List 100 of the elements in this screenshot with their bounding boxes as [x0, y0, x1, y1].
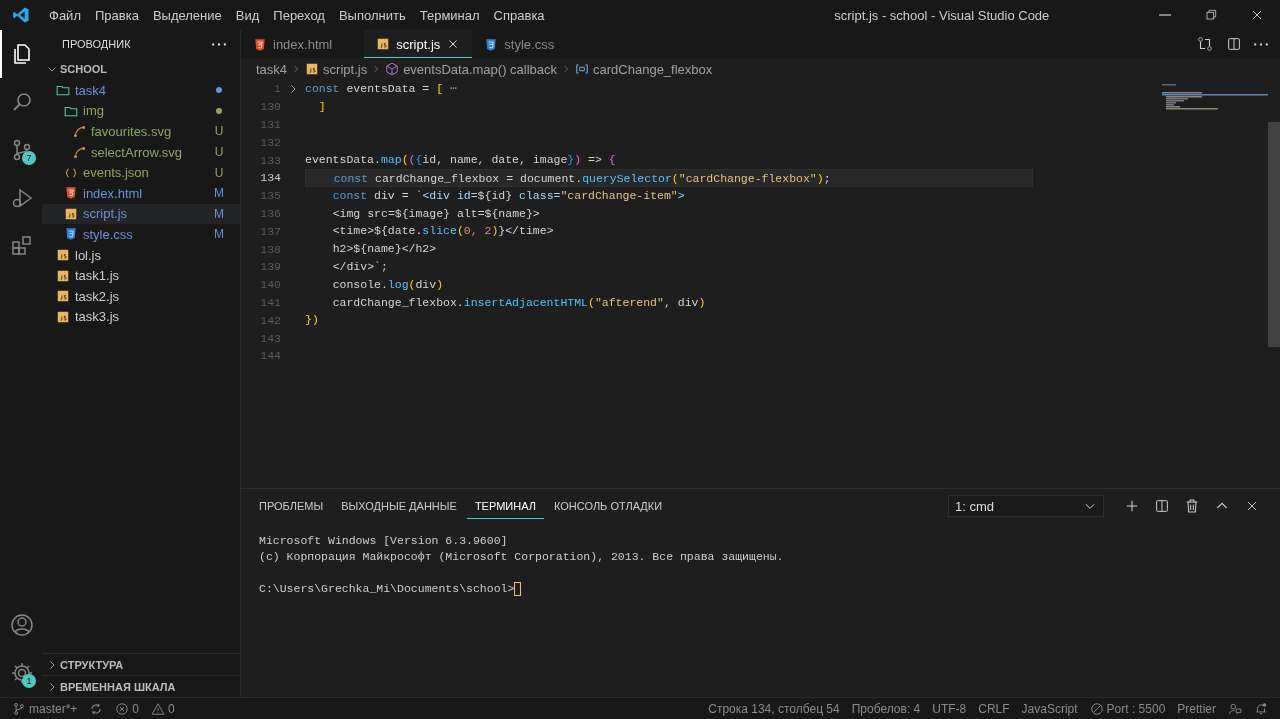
js-icon: [305, 62, 320, 76]
tree-item[interactable]: img: [42, 100, 240, 122]
tree-item[interactable]: index.html M: [42, 182, 240, 204]
panel-tab[interactable]: ТЕРМИНАЛ: [466, 493, 544, 519]
branch-icon: [12, 701, 26, 716]
tree-item[interactable]: events.json U: [42, 162, 240, 183]
terminal-dropdown[interactable]: 1: cmd: [948, 495, 1104, 517]
js-icon: [56, 268, 70, 283]
menu-item[interactable]: Файл: [42, 7, 88, 23]
tree-item[interactable]: task3.js: [42, 306, 240, 328]
play-bug-icon: [10, 186, 34, 210]
menu-item[interactable]: Терминал: [412, 7, 487, 23]
section-header[interactable]: СТРУКТУРА: [42, 653, 240, 675]
variable-icon: [575, 62, 590, 76]
folder-header[interactable]: SCHOOL: [42, 58, 240, 80]
curve-icon: [72, 145, 86, 160]
restore-icon: [1203, 7, 1219, 23]
breadcrumb-item[interactable]: cardChange_flexbox: [575, 61, 713, 77]
logo-icon: [12, 6, 30, 24]
tree-item[interactable]: script.js M: [42, 203, 240, 225]
tree-item[interactable]: lol.js: [42, 244, 240, 266]
menu-item[interactable]: Правка: [87, 7, 146, 23]
compare-button[interactable]: [1196, 35, 1214, 53]
status-item[interactable]: JavaScript: [1015, 701, 1084, 716]
js-icon: [64, 206, 78, 221]
js-icon: [56, 289, 70, 304]
breadcrumb-item[interactable]: script.js: [305, 61, 368, 77]
menu-item[interactable]: Вид: [228, 7, 267, 23]
line-number: 136: [259, 206, 281, 220]
panel-title: ПРОВОДНИК: [62, 38, 131, 50]
split-button[interactable]: [1226, 36, 1242, 52]
status-letter: U: [214, 124, 224, 139]
editor-tab[interactable]: script.js: [364, 30, 473, 58]
status-letter: U: [214, 165, 224, 180]
code-line: eventsData.map(({id, name, date, image}) => {: [305, 152, 617, 169]
js-icon: [56, 248, 70, 263]
tree-item[interactable]: favourites.svg U: [42, 121, 240, 142]
tree-item[interactable]: task2.js: [42, 285, 240, 307]
status-item[interactable]: 0: [145, 701, 181, 716]
line-number: 130: [259, 100, 281, 114]
feedback-icon: [1228, 701, 1242, 716]
split-button[interactable]: [1154, 498, 1170, 514]
panel-tab[interactable]: КОНСОЛЬ ОТЛАДКИ: [545, 493, 671, 519]
terminal-prompt: C:\Users\Grechka_Mi\Documents\school>: [259, 581, 515, 597]
html-icon: [64, 186, 78, 201]
status-item[interactable]: Пробелов: 4: [845, 701, 927, 716]
delete-button[interactable]: [1184, 498, 1200, 514]
count-badge: 7: [22, 151, 36, 165]
breadcrumb-item[interactable]: task4: [256, 61, 288, 77]
line-number: 139: [259, 260, 281, 274]
terminal-line: (c) Корпорация Майкрософт (Microsoft Corporation), 2013. Все права защищены.: [259, 549, 785, 565]
panel-tab[interactable]: ВЫХОДНЫЕ ДАННЫЕ: [333, 493, 465, 519]
window-title: script.js - school - Visual Studio Code: [833, 7, 1051, 23]
status-item[interactable]: UTF-8: [926, 701, 973, 716]
terminal-line: Microsoft Windows [Version 6.3.9600]: [259, 533, 509, 549]
tree-item[interactable]: task4: [42, 80, 240, 101]
code-line: }): [305, 312, 320, 329]
line-number: 138: [259, 242, 281, 256]
split-icon: [1154, 498, 1170, 514]
new-terminal-button[interactable]: [1124, 498, 1140, 514]
blocked-icon: [1089, 701, 1104, 716]
extensions-icon: [10, 234, 34, 258]
cube-icon: [385, 62, 400, 76]
code-line: console.log(div): [331, 276, 445, 293]
status-item[interactable]: master*+: [6, 701, 84, 716]
css-icon: [484, 37, 499, 52]
status-item[interactable]: Prettier: [1171, 701, 1222, 716]
split-icon: [1226, 36, 1242, 52]
status-letter: M: [214, 227, 224, 242]
menu-item[interactable]: Выделение: [145, 7, 229, 23]
status-item[interactable]: Port : 5500: [1083, 701, 1172, 716]
more-icon: [1254, 42, 1268, 46]
scrollbar-thumb[interactable]: [1268, 122, 1280, 347]
status-item[interactable]: 0: [109, 701, 146, 716]
line-number: 141: [259, 295, 281, 309]
breadcrumb-item[interactable]: eventsData.map() callback: [385, 61, 558, 77]
status-item[interactable]: CRLF: [972, 701, 1016, 716]
js-icon: [376, 37, 391, 51]
line-number: 137: [259, 224, 281, 238]
code-line: ]: [317, 98, 327, 115]
status-letter: U: [214, 145, 224, 160]
tree-item[interactable]: style.css M: [42, 224, 240, 245]
menu-item[interactable]: Переход: [266, 7, 332, 23]
more-button[interactable]: [1254, 42, 1268, 46]
line-number: 140: [259, 278, 281, 292]
tree-item[interactable]: task1.js: [42, 265, 240, 286]
tree-item[interactable]: selectArrow.svg U: [42, 141, 240, 163]
panel-tab[interactable]: ПРОБЛЕМЫ: [251, 493, 332, 519]
line-number: 142: [259, 313, 281, 327]
code-line: <time>${date.slice(0, 2)}</time>: [331, 223, 555, 240]
status-item[interactable]: Строка 134, столбец 54: [702, 701, 846, 716]
line-number: 131: [259, 118, 281, 131]
curve-icon: [72, 124, 86, 139]
activity-button[interactable]: 7: [0, 126, 42, 174]
compare-icon: [1196, 35, 1214, 53]
menu-item[interactable]: Справка: [486, 7, 552, 23]
more-button[interactable]: [212, 42, 226, 46]
activity-button[interactable]: 1: [0, 649, 42, 697]
code-line: const eventsData = [ ⋯: [305, 81, 458, 97]
menu-item[interactable]: Выполнить: [331, 7, 413, 23]
